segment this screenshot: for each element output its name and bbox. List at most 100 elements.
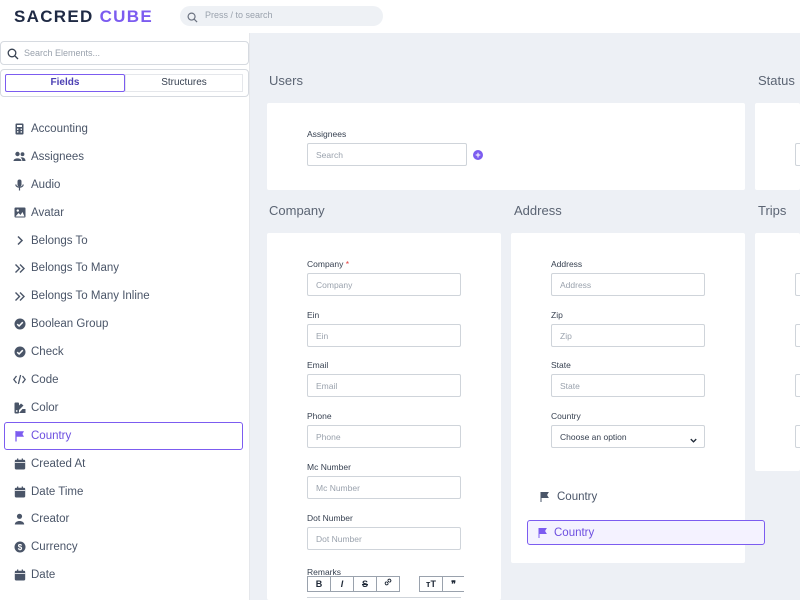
country-label: Country xyxy=(551,411,581,421)
phone-label: Phone xyxy=(307,411,332,422)
palette-icon xyxy=(13,401,26,414)
company-input[interactable]: Company xyxy=(307,273,461,296)
sidebar-item-currency[interactable]: $ Currency xyxy=(0,533,249,561)
check-circle-icon xyxy=(13,318,26,331)
sidebar-item-label: Color xyxy=(31,401,59,414)
bold-button[interactable]: B xyxy=(307,576,331,592)
italic-button[interactable]: I xyxy=(330,576,354,592)
email-label: Email xyxy=(307,360,329,371)
sidebar-item-created-at[interactable]: Created At xyxy=(0,450,249,478)
sidebar-item-label: Date Time xyxy=(31,485,84,498)
sidebar-item-label: Date xyxy=(31,569,56,582)
element-search-input[interactable]: Search Elements... xyxy=(0,41,249,65)
ein-placeholder: Ein xyxy=(316,330,329,341)
zip-input[interactable]: Zip xyxy=(551,323,705,347)
users-card: Assignees Search + xyxy=(267,103,745,190)
sidebar-item-label: Belongs To Many xyxy=(31,262,120,275)
calculator-icon xyxy=(13,122,26,135)
dot-number-input[interactable]: Dot Number xyxy=(307,526,461,550)
sidebar-item-label: Avatar xyxy=(31,206,65,219)
elements-sidebar: Search Elements... Fields Structures Acc… xyxy=(0,33,250,600)
svg-text:$: $ xyxy=(17,543,22,552)
assignees-label: Assignees xyxy=(307,129,347,139)
sidebar-item-label: Currency xyxy=(31,541,78,554)
address-card: Country Choose an option Address Address Z… xyxy=(511,233,745,563)
check-circle-icon xyxy=(13,346,26,359)
country-select[interactable]: Choose an option xyxy=(551,425,705,448)
sidebar-item-label: Audio xyxy=(31,178,61,191)
mc-number-label: Mc Number xyxy=(307,461,351,472)
quote-button[interactable]: ❞ xyxy=(442,576,464,592)
sidebar-item-label: Accounting xyxy=(31,122,88,135)
sidebar-item-label: Code xyxy=(31,373,59,386)
dollar-icon: $ xyxy=(13,541,26,554)
address-input[interactable]: Address xyxy=(551,273,705,296)
sidebar-item-belongs-to-many[interactable]: Belongs To Many xyxy=(0,254,249,282)
trips-field-input-1[interactable] xyxy=(795,273,800,296)
link-button[interactable] xyxy=(376,576,400,592)
app-logo[interactable]: SACRED CUBE xyxy=(14,7,153,27)
status-card xyxy=(755,103,800,190)
country-drop-placeholder[interactable]: Country xyxy=(527,520,765,545)
tab-structures[interactable]: Structures xyxy=(125,74,243,92)
sidebar-item-boolean-group[interactable]: Boolean Group xyxy=(0,310,249,338)
heading-button[interactable]: тТ xyxy=(419,576,443,592)
trips-field-input-2[interactable] xyxy=(795,324,800,347)
email-input[interactable]: Email xyxy=(307,374,461,398)
company-label: Company * xyxy=(307,259,350,269)
status-field-input-partial[interactable] xyxy=(795,143,800,166)
global-search-input[interactable]: Press / to search xyxy=(180,6,383,26)
ein-label: Ein xyxy=(307,309,320,320)
tab-fields[interactable]: Fields xyxy=(5,74,125,92)
dragged-country-label: Country xyxy=(557,491,598,503)
state-input[interactable]: State xyxy=(551,374,705,398)
sidebar-item-check[interactable]: Check xyxy=(0,338,249,366)
add-assignee-icon[interactable]: + xyxy=(473,150,483,160)
sidebar-item-label: Assignees xyxy=(31,150,85,163)
dragged-country-element[interactable]: Country xyxy=(539,491,597,503)
assignees-search-input[interactable]: Search xyxy=(307,143,467,166)
search-icon xyxy=(187,10,198,28)
sidebar-item-audio[interactable]: Audio xyxy=(0,171,249,199)
section-title-trips: Trips xyxy=(758,203,787,218)
sidebar-item-belongs-to-many-inline[interactable]: Belongs To Many Inline xyxy=(0,282,249,310)
sidebar-item-creator[interactable]: Creator xyxy=(0,505,249,533)
sidebar-item-assignees[interactable]: Assignees xyxy=(0,143,249,171)
sidebar-item-country[interactable]: Country xyxy=(4,421,243,450)
required-marker: * xyxy=(345,259,350,269)
flag-icon xyxy=(537,527,549,539)
email-placeholder: Email xyxy=(316,381,338,392)
chevron-down-icon xyxy=(689,432,698,450)
dot-number-label: Dot Number xyxy=(307,512,353,523)
strikethrough-button[interactable]: S xyxy=(353,576,377,592)
trips-field-input-3[interactable] xyxy=(795,374,800,397)
sidebar-item-label: Belongs To Many Inline xyxy=(31,290,150,303)
sidebar-item-label: Check xyxy=(31,346,64,359)
dot-number-placeholder: Dot Number xyxy=(316,533,362,544)
sidebar-item-date-time[interactable]: Date Time xyxy=(0,478,249,506)
sidebar-item-date[interactable]: Date xyxy=(0,561,249,589)
sidebar-item-avatar[interactable]: Avatar xyxy=(0,199,249,227)
phone-input[interactable]: Phone xyxy=(307,425,461,449)
ein-input[interactable]: Ein xyxy=(307,323,461,347)
company-card: Remarks B I S тТ ❞ Company * Company Ein Ei… xyxy=(267,233,501,600)
search-icon xyxy=(7,47,19,65)
microphone-icon xyxy=(13,178,26,191)
sidebar-item-belongs-to[interactable]: Belongs To xyxy=(0,227,249,255)
sidebar-item-label: Boolean Group xyxy=(31,318,109,331)
flag-icon xyxy=(539,491,551,503)
mc-number-input[interactable]: Mc Number xyxy=(307,475,461,499)
calendar-icon xyxy=(13,457,26,470)
country-select-value: Choose an option xyxy=(560,432,627,442)
double-chevron-right-icon xyxy=(13,262,26,275)
sidebar-item-code[interactable]: Code xyxy=(0,366,249,394)
trips-field-input-4[interactable] xyxy=(795,425,800,448)
chevron-right-icon xyxy=(13,234,26,247)
code-icon xyxy=(13,373,26,386)
user-icon xyxy=(13,513,26,526)
sidebar-item-accounting[interactable]: Accounting xyxy=(0,115,249,143)
sidebar-item-color[interactable]: Color xyxy=(0,394,249,422)
double-chevron-right-icon xyxy=(13,290,26,303)
section-title-status: Status xyxy=(758,73,795,88)
drop-placeholder-label: Country xyxy=(554,526,595,539)
